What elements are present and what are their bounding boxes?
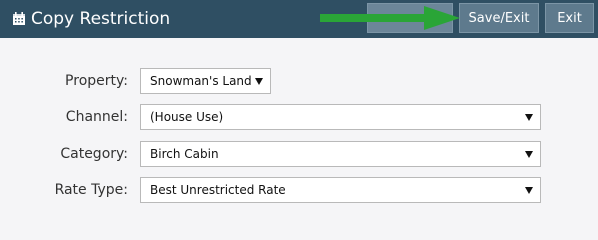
channel-value: (House Use) (150, 110, 224, 124)
rate-type-select[interactable]: Best Unrestricted Rate (140, 177, 541, 203)
exit-button[interactable]: Exit (545, 3, 594, 33)
chevron-down-icon (525, 151, 533, 158)
title-group: Copy Restriction (12, 0, 170, 38)
chevron-down-icon (525, 114, 533, 121)
category-row: Category: Birch Cabin (0, 141, 598, 167)
rate-type-label: Rate Type: (54, 182, 128, 198)
calendar-icon (12, 12, 26, 26)
property-select[interactable]: Snowman's Land (140, 68, 271, 94)
property-label: Property: (65, 73, 128, 89)
rate-type-row: Rate Type: Best Unrestricted Rate (0, 177, 598, 203)
channel-row: Channel: (House Use) (0, 104, 598, 130)
category-label: Category: (60, 146, 128, 162)
channel-label: Channel: (65, 109, 128, 125)
copy-restriction-panel: Copy Restriction Save/Exit Exit Property… (0, 0, 598, 236)
category-select[interactable]: Birch Cabin (140, 141, 541, 167)
property-value: Snowman's Land (150, 74, 252, 88)
property-row: Property: Snowman's Land (0, 68, 598, 94)
header-bar: Copy Restriction Save/Exit Exit (0, 0, 598, 38)
channel-select[interactable]: (House Use) (140, 104, 541, 130)
hidden-action-button[interactable] (367, 3, 453, 33)
chevron-down-icon (255, 78, 263, 85)
save-exit-button[interactable]: Save/Exit (459, 3, 539, 33)
rate-type-value: Best Unrestricted Rate (150, 183, 286, 197)
category-value: Birch Cabin (150, 147, 219, 161)
page-title: Copy Restriction (31, 8, 171, 29)
chevron-down-icon (525, 187, 533, 194)
